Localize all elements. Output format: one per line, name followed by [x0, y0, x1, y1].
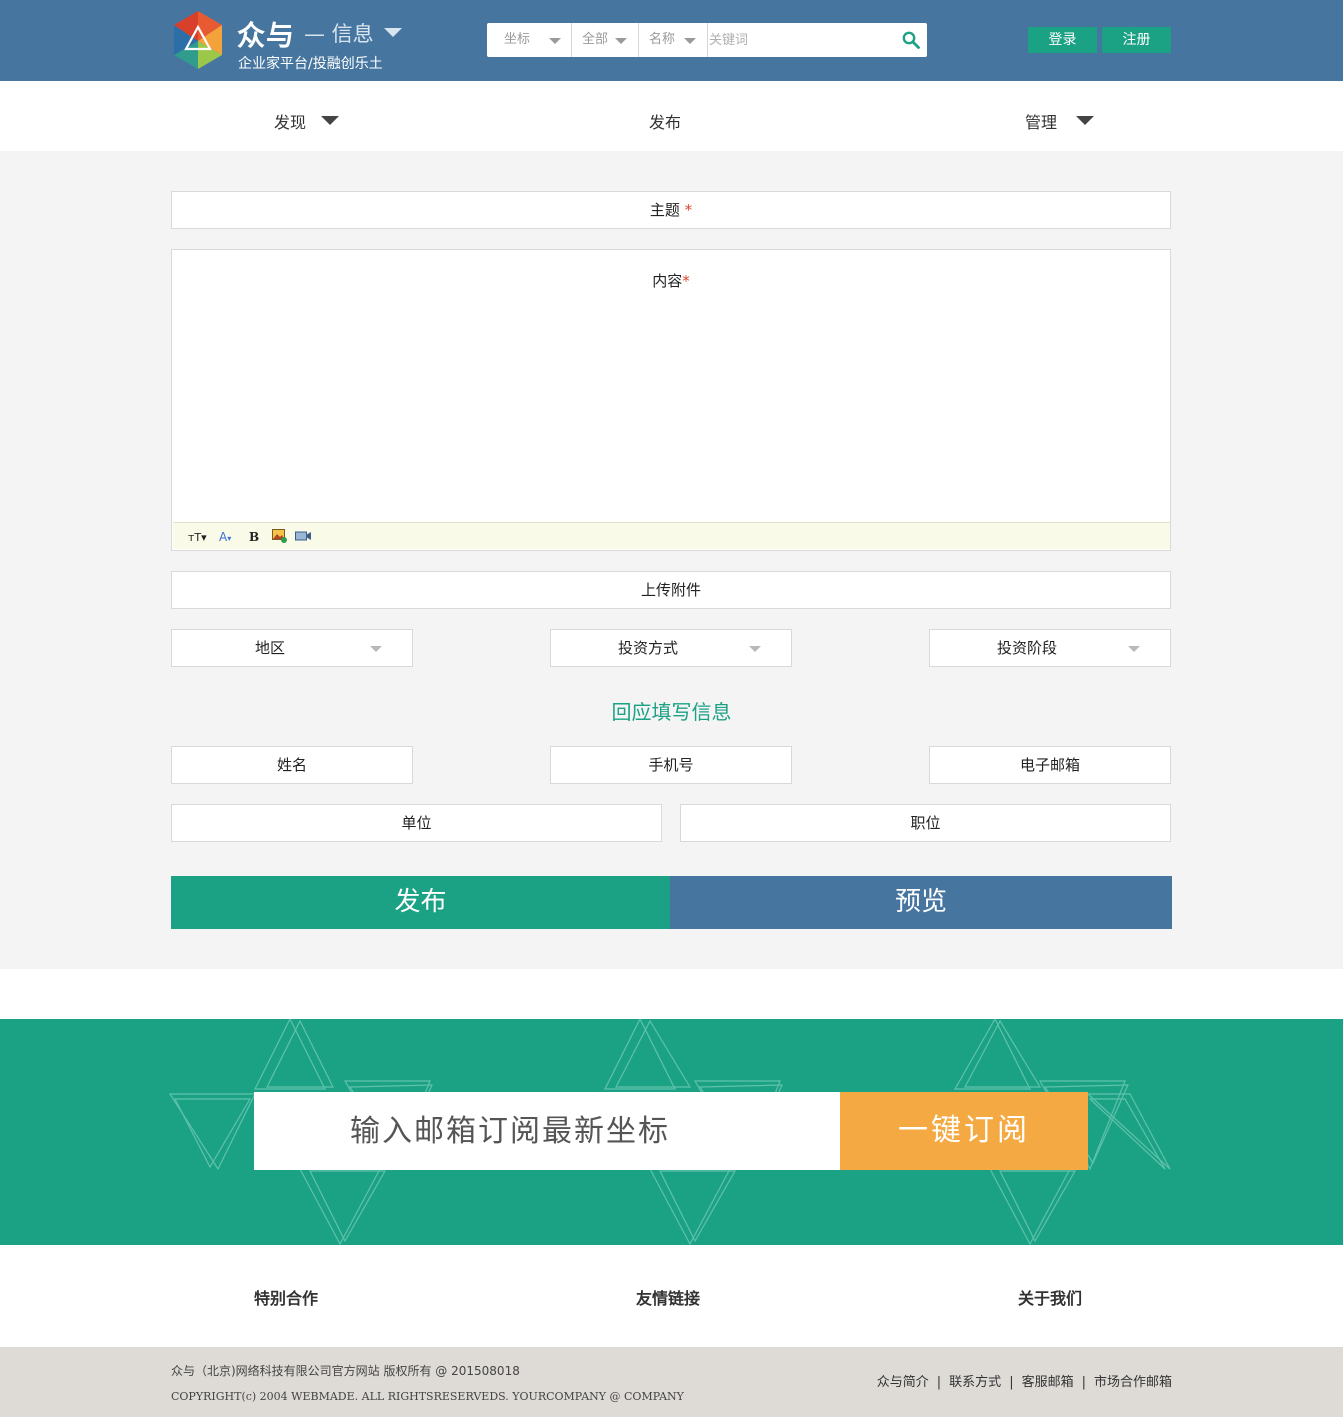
logo-icon[interactable] [170, 11, 226, 71]
subject-field[interactable]: 主题 * [171, 191, 1171, 229]
position-field[interactable]: 职位 [680, 804, 1171, 842]
insert-image-icon[interactable] [272, 529, 287, 543]
separator: | [1009, 1375, 1014, 1390]
company-field[interactable]: 单位 [171, 804, 662, 842]
footer-link-partnership[interactable]: 特别合作 [254, 1285, 318, 1309]
main-nav: 发现 发布 管理 [0, 81, 1343, 151]
invest-method-select[interactable]: 投资方式 [550, 629, 792, 667]
separator: | [1081, 1375, 1086, 1390]
font-color-icon[interactable]: A▾ [219, 530, 231, 544]
insert-video-icon[interactable] [295, 530, 312, 542]
editor-toolbar: ᴛT▾ A▾ B [173, 522, 1170, 549]
reply-section-title: 回应填写信息 [611, 700, 732, 724]
filter-name-label: 名称 [649, 32, 676, 47]
bottom-links: 众与简介 | 联系方式 | 客服邮箱 | 市场合作邮箱 [877, 1371, 1172, 1390]
nav-discover[interactable]: 发现 [274, 109, 306, 133]
bottom-link-service-email[interactable]: 客服邮箱 [1022, 1375, 1074, 1390]
email-field[interactable]: 电子邮箱 [929, 746, 1171, 784]
content-label: 内容 [652, 272, 683, 290]
brand-section: — 信息 [304, 22, 374, 46]
chevron-down-icon [549, 38, 561, 44]
region-select[interactable]: 地区 [171, 629, 413, 667]
bottom-link-contact[interactable]: 联系方式 [949, 1375, 1001, 1390]
subscribe-button[interactable]: 一键订阅 [840, 1092, 1088, 1170]
nav-manage[interactable]: 管理 [1025, 109, 1057, 133]
invest-method-label: 投资方式 [618, 639, 679, 657]
phone-field[interactable]: 手机号 [550, 746, 792, 784]
bold-icon[interactable]: B [249, 530, 259, 544]
footer-link-friends[interactable]: 友情链接 [636, 1285, 700, 1309]
subscribe-band: 一键订阅 [0, 1019, 1343, 1245]
name-field[interactable]: 姓名 [171, 746, 413, 784]
top-header: 众与 — 信息 企业家平台/投融创乐土 坐标 全部 名称 登录 注册 [0, 0, 1343, 81]
brand-dropdown-icon[interactable] [384, 28, 402, 37]
content-editor[interactable]: 内容* ᴛT▾ A▾ B [171, 249, 1171, 551]
chevron-down-icon [1128, 646, 1140, 652]
filter-coordinate-label: 坐标 [504, 32, 531, 47]
filter-coordinate-select[interactable]: 坐标 [487, 23, 572, 57]
search-bar: 坐标 全部 名称 [487, 23, 927, 57]
chevron-down-icon [615, 38, 627, 44]
footer-link-about[interactable]: 关于我们 [1018, 1285, 1082, 1309]
required-marker: * [684, 201, 693, 219]
bottom-link-intro[interactable]: 众与简介 [877, 1375, 929, 1390]
required-marker: * [682, 272, 690, 290]
publish-form: 主题 * 内容* ᴛT▾ A▾ B 上传附件 地区 投资方式 投资阶段 回应填写… [0, 151, 1343, 969]
upload-attachment-field[interactable]: 上传附件 [171, 571, 1171, 609]
publish-button[interactable]: 发布 [171, 876, 670, 929]
nav-publish[interactable]: 发布 [649, 109, 681, 133]
register-button[interactable]: 注册 [1102, 27, 1171, 53]
bottom-bar: 众与（北京)网络科技有限公司官方网站 版权所有 @ 201508018 COPY… [0, 1347, 1343, 1417]
chevron-down-icon[interactable] [321, 116, 339, 125]
chevron-down-icon [370, 646, 382, 652]
login-button[interactable]: 登录 [1028, 27, 1097, 53]
subject-label: 主题 [649, 201, 680, 219]
invest-stage-select[interactable]: 投资阶段 [929, 629, 1171, 667]
chevron-down-icon[interactable] [1076, 116, 1094, 125]
tagline: 企业家平台/投融创乐土 [238, 56, 383, 72]
content-placeholder: 内容* [172, 270, 1170, 291]
separator: | [936, 1375, 942, 1390]
invest-stage-label: 投资阶段 [997, 639, 1058, 657]
preview-button[interactable]: 预览 [670, 876, 1172, 929]
font-size-icon[interactable]: ᴛT▾ [188, 531, 207, 544]
chevron-down-icon [684, 38, 696, 44]
search-icon[interactable] [902, 31, 920, 49]
subscribe-email-input[interactable] [254, 1092, 840, 1170]
chevron-down-icon [749, 646, 761, 652]
filter-all-select[interactable]: 全部 [572, 23, 639, 57]
copyright-cn: 众与（北京)网络科技有限公司官方网站 版权所有 @ 201508018 [171, 1364, 520, 1378]
search-input[interactable] [709, 29, 889, 51]
bottom-link-market-email[interactable]: 市场合作邮箱 [1094, 1375, 1172, 1390]
brand-name: 众与 [237, 19, 296, 52]
copyright-en: COPYRIGHT(c) 2004 WEBMADE. ALL RIGHTSRES… [171, 1390, 684, 1403]
filter-name-select[interactable]: 名称 [639, 23, 708, 57]
filter-all-label: 全部 [582, 32, 609, 47]
region-label: 地区 [255, 639, 286, 657]
